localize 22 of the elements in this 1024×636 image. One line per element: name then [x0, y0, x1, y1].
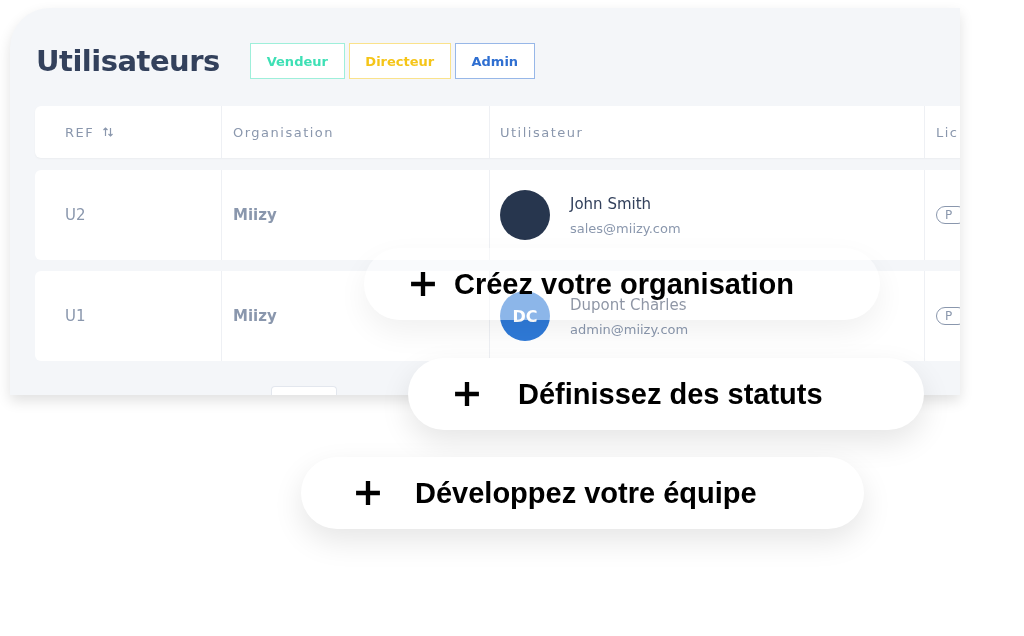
- plus-icon: [410, 271, 436, 297]
- column-header: Lic: [936, 124, 959, 140]
- plus-icon: [355, 480, 381, 506]
- user-name: John Smith: [570, 194, 653, 213]
- role-tag[interactable]: Vendeur: [249, 43, 345, 79]
- ref-cell: U1: [65, 307, 86, 325]
- column-header: Organisation: [233, 124, 335, 140]
- feature-label: Développez votre équipe: [415, 476, 757, 510]
- organisation-cell: Miizy: [233, 307, 277, 325]
- page-title: Utilisateurs: [36, 44, 220, 78]
- feature-label: Définissez des statuts: [518, 377, 823, 411]
- column-header: REF: [65, 124, 95, 140]
- avatar-photo: [500, 190, 550, 240]
- user-email: admin@miizy.com: [570, 321, 689, 337]
- user-email: sales@miizy.com: [570, 220, 681, 236]
- organisation-cell: Miizy: [233, 206, 277, 224]
- column-header: Utilisateur: [500, 124, 584, 140]
- sort-icon[interactable]: [102, 126, 115, 138]
- ref-cell: U2: [65, 206, 86, 224]
- plus-icon: [454, 381, 480, 407]
- role-tag[interactable]: Admin: [454, 43, 535, 79]
- role-tag[interactable]: Directeur: [348, 43, 451, 79]
